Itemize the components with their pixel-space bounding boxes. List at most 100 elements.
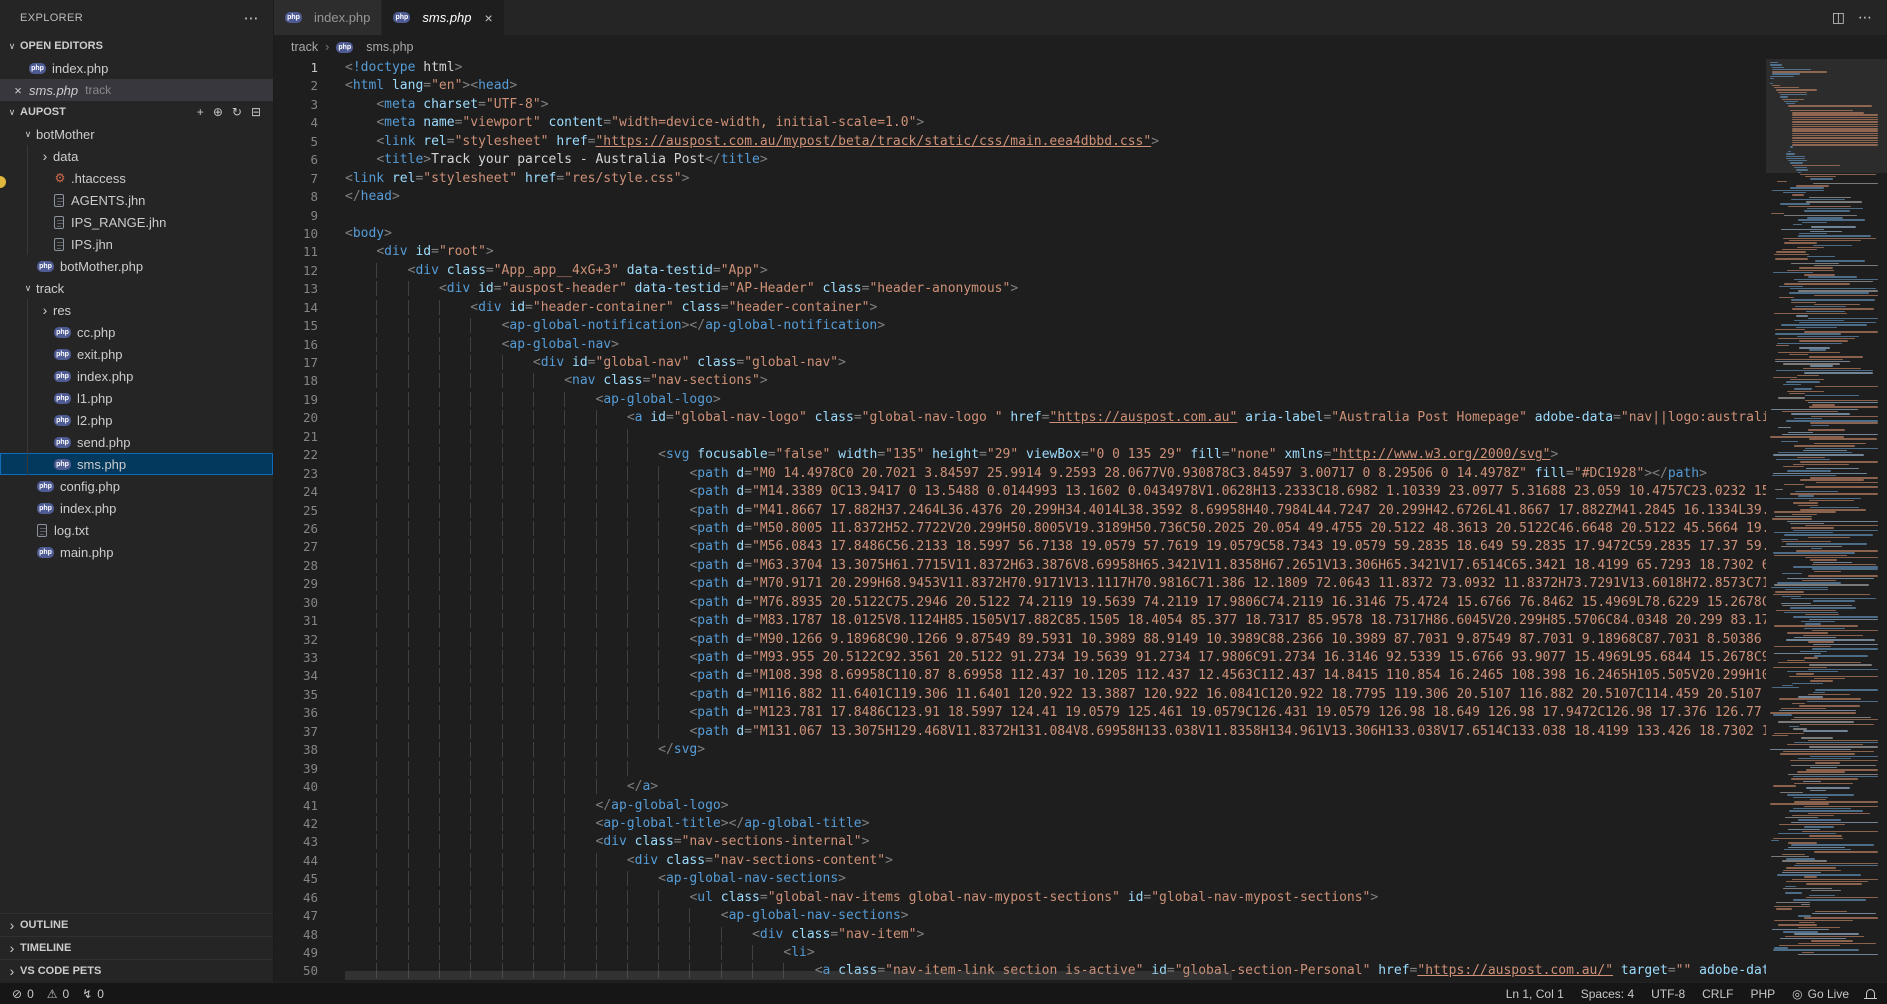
code-line[interactable]: 21 <box>274 428 1766 446</box>
line-number[interactable]: 32 <box>274 631 345 649</box>
code-line[interactable]: 36 <path d="M123.781 17.8486C123.91 18.5… <box>274 704 1766 722</box>
line-number[interactable]: 4 <box>274 114 345 132</box>
tree-folder[interactable]: ›data <box>0 145 273 167</box>
tree-item[interactable]: IPS.jhn <box>0 233 273 255</box>
new-file-icon[interactable]: + <box>197 105 204 119</box>
line-number[interactable]: 35 <box>274 686 345 704</box>
line-number[interactable]: 3 <box>274 96 345 114</box>
code-line[interactable]: 31 <path d="M83.1787 18.0125V8.1124H85.1… <box>274 612 1766 630</box>
more-actions-icon[interactable]: ⋯ <box>1858 9 1872 26</box>
code-line[interactable]: 34 <path d="M108.398 8.69958C110.87 8.69… <box>274 667 1766 685</box>
line-number[interactable]: 42 <box>274 815 345 833</box>
line-number[interactable]: 50 <box>274 962 345 980</box>
tree-item[interactable]: log.txt <box>0 519 273 541</box>
code-line[interactable]: 23 <path d="M0 14.4978C0 20.7021 3.84597… <box>274 465 1766 483</box>
line-number[interactable]: 44 <box>274 852 345 870</box>
breadcrumb-item[interactable]: track <box>291 40 318 54</box>
errors-status[interactable]: ⊘0 <box>12 987 34 1001</box>
tree-item[interactable]: phpl2.php <box>0 409 273 431</box>
close-icon[interactable]: × <box>10 83 26 98</box>
warnings-status[interactable]: ⚠0 <box>47 987 69 1001</box>
encoding[interactable]: UTF-8 <box>1651 987 1685 1001</box>
tree-item[interactable]: phpmain.php <box>0 541 273 563</box>
split-editor-icon[interactable]: ◫ <box>1832 9 1845 26</box>
code-line[interactable]: 25 <path d="M41.8667 17.882H37.2464L36.4… <box>274 502 1766 520</box>
line-number[interactable]: 41 <box>274 797 345 815</box>
code-line[interactable]: 11 <div id="root"> <box>274 243 1766 261</box>
code-line[interactable]: 8</head> <box>274 188 1766 206</box>
line-number[interactable]: 33 <box>274 649 345 667</box>
code-line[interactable]: 12 <div class="App_app__4xG+3" data-test… <box>274 262 1766 280</box>
line-number[interactable]: 25 <box>274 502 345 520</box>
workspace-header[interactable]: ∨ AUPOST +⊕↻⊟ <box>0 101 273 123</box>
code-line[interactable]: 35 <path d="M116.882 11.6401C119.306 11.… <box>274 686 1766 704</box>
tree-item[interactable]: ⚙.htaccess <box>0 167 273 189</box>
line-number[interactable]: 29 <box>274 575 345 593</box>
code-line[interactable]: 7<link rel="stylesheet" href="res/style.… <box>274 170 1766 188</box>
code-line[interactable]: 27 <path d="M56.0843 17.8486C56.2133 18.… <box>274 538 1766 556</box>
tab-index-php[interactable]: phpindex.php <box>274 0 382 35</box>
code-line[interactable]: 26 <path d="M50.8005 11.8372H52.7722V20.… <box>274 520 1766 538</box>
line-number[interactable]: 47 <box>274 907 345 925</box>
section-timeline[interactable]: ›TIMELINE <box>0 936 273 959</box>
collapse-all-icon[interactable]: ⊟ <box>251 105 261 119</box>
tree-item[interactable]: phpexit.php <box>0 343 273 365</box>
line-number[interactable]: 18 <box>274 372 345 390</box>
new-folder-icon[interactable]: ⊕ <box>213 105 223 119</box>
language-mode[interactable]: PHP <box>1750 987 1775 1001</box>
code-line[interactable]: 3 <meta charset="UTF-8"> <box>274 96 1766 114</box>
line-number[interactable]: 24 <box>274 483 345 501</box>
line-number[interactable]: 15 <box>274 317 345 335</box>
indentation[interactable]: Spaces: 4 <box>1581 987 1634 1001</box>
tree-item[interactable]: phpl1.php <box>0 387 273 409</box>
minimap[interactable] <box>1766 59 1887 982</box>
code-line[interactable]: 15 <ap-global-notification></ap-global-n… <box>274 317 1766 335</box>
code-line[interactable]: 30 <path d="M76.8935 20.5122C75.2946 20.… <box>274 594 1766 612</box>
code-line[interactable]: 4 <meta name="viewport" content="width=d… <box>274 114 1766 132</box>
line-number[interactable]: 1 <box>274 59 345 77</box>
code-line[interactable]: 6 <title>Track your parcels - Australia … <box>274 151 1766 169</box>
code-line[interactable]: 40 </a> <box>274 778 1766 796</box>
breadcrumb-item[interactable]: sms.php <box>366 40 413 54</box>
code-line[interactable]: 22 <svg focusable="false" width="135" he… <box>274 446 1766 464</box>
code-line[interactable]: 38 </svg> <box>274 741 1766 759</box>
line-number[interactable]: 31 <box>274 612 345 630</box>
line-number[interactable]: 37 <box>274 723 345 741</box>
line-number[interactable]: 9 <box>274 207 345 225</box>
line-number[interactable]: 49 <box>274 944 345 962</box>
line-number[interactable]: 21 <box>274 428 345 446</box>
tree-item[interactable]: phpcc.php <box>0 321 273 343</box>
tree-item[interactable]: phpconfig.php <box>0 475 273 497</box>
tree-item[interactable]: phpsend.php <box>0 431 273 453</box>
line-number[interactable]: 46 <box>274 889 345 907</box>
close-icon[interactable]: × <box>485 10 493 26</box>
tree-folder[interactable]: ›res <box>0 299 273 321</box>
code-line[interactable]: 17 <div id="global-nav" class="global-na… <box>274 354 1766 372</box>
line-number[interactable]: 34 <box>274 667 345 685</box>
line-number[interactable]: 23 <box>274 465 345 483</box>
line-number[interactable]: 39 <box>274 760 345 778</box>
horizontal-scrollbar[interactable] <box>345 971 1232 980</box>
code-line[interactable]: 19 <ap-global-logo> <box>274 391 1766 409</box>
line-number[interactable]: 13 <box>274 280 345 298</box>
cursor-position[interactable]: Ln 1, Col 1 <box>1506 987 1564 1001</box>
eol[interactable]: CRLF <box>1702 987 1733 1001</box>
code-line[interactable]: 28 <path d="M63.3704 13.3075H61.7715V11.… <box>274 557 1766 575</box>
code-line[interactable]: 32 <path d="M90.1266 9.18968C90.1266 9.8… <box>274 631 1766 649</box>
line-number[interactable]: 5 <box>274 133 345 151</box>
line-number[interactable]: 10 <box>274 225 345 243</box>
tab-sms-php[interactable]: phpsms.php× <box>382 0 504 35</box>
code-line[interactable]: 45 <ap-global-nav-sections> <box>274 870 1766 888</box>
code-line[interactable]: 33 <path d="M93.955 20.5122C92.3561 20.5… <box>274 649 1766 667</box>
tree-item[interactable]: phpsms.php <box>0 453 273 475</box>
code-line[interactable]: 24 <path d="M14.3389 0C13.9417 0 13.5488… <box>274 483 1766 501</box>
line-number[interactable]: 2 <box>274 77 345 95</box>
code-editor[interactable]: 1<!doctype html>2<html lang="en"><head>3… <box>274 59 1766 982</box>
tree-item[interactable]: IPS_RANGE.jhn <box>0 211 273 233</box>
line-number[interactable]: 36 <box>274 704 345 722</box>
code-line[interactable]: 10<body> <box>274 225 1766 243</box>
line-number[interactable]: 40 <box>274 778 345 796</box>
ports-status[interactable]: ↯0 <box>82 987 104 1001</box>
line-number[interactable]: 17 <box>274 354 345 372</box>
code-line[interactable]: 13 <div id="auspost-header" data-testid=… <box>274 280 1766 298</box>
